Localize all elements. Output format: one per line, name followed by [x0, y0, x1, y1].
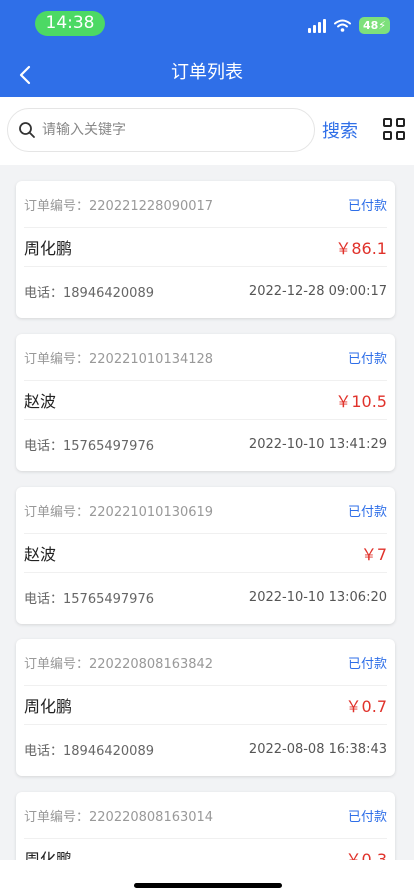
- signal-icon: [307, 18, 326, 33]
- customer-name: 周化鹏: [24, 239, 73, 258]
- grid-view-icon[interactable]: [383, 118, 405, 140]
- order-price: ￥0.7: [345, 697, 387, 716]
- page-title: 订单列表: [171, 62, 243, 83]
- customer-name: 周化鹏: [24, 697, 73, 716]
- status-badge: 已付款: [347, 198, 387, 214]
- order-card[interactable]: 订单编号：220220808163842 已付款 周化鹏 ￥0.7 电话：18946…: [16, 639, 395, 776]
- order-number: 订单编号：220221228090017: [24, 198, 214, 214]
- battery-indicator: 48⚡: [358, 17, 390, 34]
- status-badge: 已付款: [347, 656, 387, 672]
- order-time: 2022-10-10 13:41:29: [248, 437, 387, 452]
- search-input[interactable]: [42, 122, 282, 138]
- order-number: 订单编号：220221010130619: [24, 504, 214, 520]
- order-list: 订单编号：220221228090017 已付款 周化鹏 ￥86.1 电话：1894…: [0, 165, 414, 860]
- status-badge: 已付款: [347, 351, 387, 367]
- order-card[interactable]: 订单编号：220220808163014 已付款 周化鹏 ￥0.3: [16, 792, 395, 860]
- order-card[interactable]: 订单编号：220221228090017 已付款 周化鹏 ￥86.1 电话：1894…: [16, 181, 395, 318]
- status-badge: 已付款: [347, 809, 387, 825]
- status-badge: 已付款: [347, 504, 387, 520]
- order-number: 订单编号：220221010134128: [24, 351, 214, 367]
- home-bar: [0, 860, 414, 896]
- home-indicator[interactable]: [134, 883, 282, 888]
- customer-name: 赵波: [24, 545, 57, 564]
- wifi-icon: [333, 19, 351, 32]
- order-card[interactable]: 订单编号：220221010130619 已付款 赵波 ￥7 电话：15765497…: [16, 487, 395, 624]
- phone: 电话：15765497976: [24, 592, 154, 607]
- order-price: ￥86.1: [335, 239, 387, 258]
- order-price: ￥0.3: [345, 850, 387, 860]
- order-number: 订单编号：220220808163842: [24, 656, 214, 672]
- phone: 电话：15765497976: [24, 439, 154, 454]
- header: 14:38 48⚡ 订单列表: [0, 0, 414, 97]
- search-icon: [19, 122, 35, 138]
- battery-level: 48: [362, 19, 379, 32]
- status-time: 14:38: [35, 11, 105, 36]
- order-price: ￥7: [360, 545, 387, 564]
- customer-name: 周化鹏: [24, 850, 73, 860]
- phone: 电话：18946420089: [24, 286, 154, 301]
- customer-name: 赵波: [24, 392, 57, 411]
- search-bar: 搜索: [0, 97, 414, 165]
- status-icons: 48⚡: [307, 17, 390, 34]
- order-time: 2022-08-08 16:38:43: [248, 742, 387, 757]
- search-button[interactable]: 搜索: [322, 117, 358, 143]
- order-time: 2022-12-28 09:00:17: [248, 284, 387, 299]
- order-time: 2022-10-10 13:06:20: [248, 590, 387, 605]
- order-card[interactable]: 订单编号：220221010134128 已付款 赵波 ￥10.5 电话：15765…: [16, 334, 395, 471]
- search-box[interactable]: [7, 108, 315, 152]
- order-price: ￥10.5: [335, 392, 387, 411]
- order-number: 订单编号：220220808163014: [24, 809, 214, 825]
- phone: 电话：18946420089: [24, 744, 154, 759]
